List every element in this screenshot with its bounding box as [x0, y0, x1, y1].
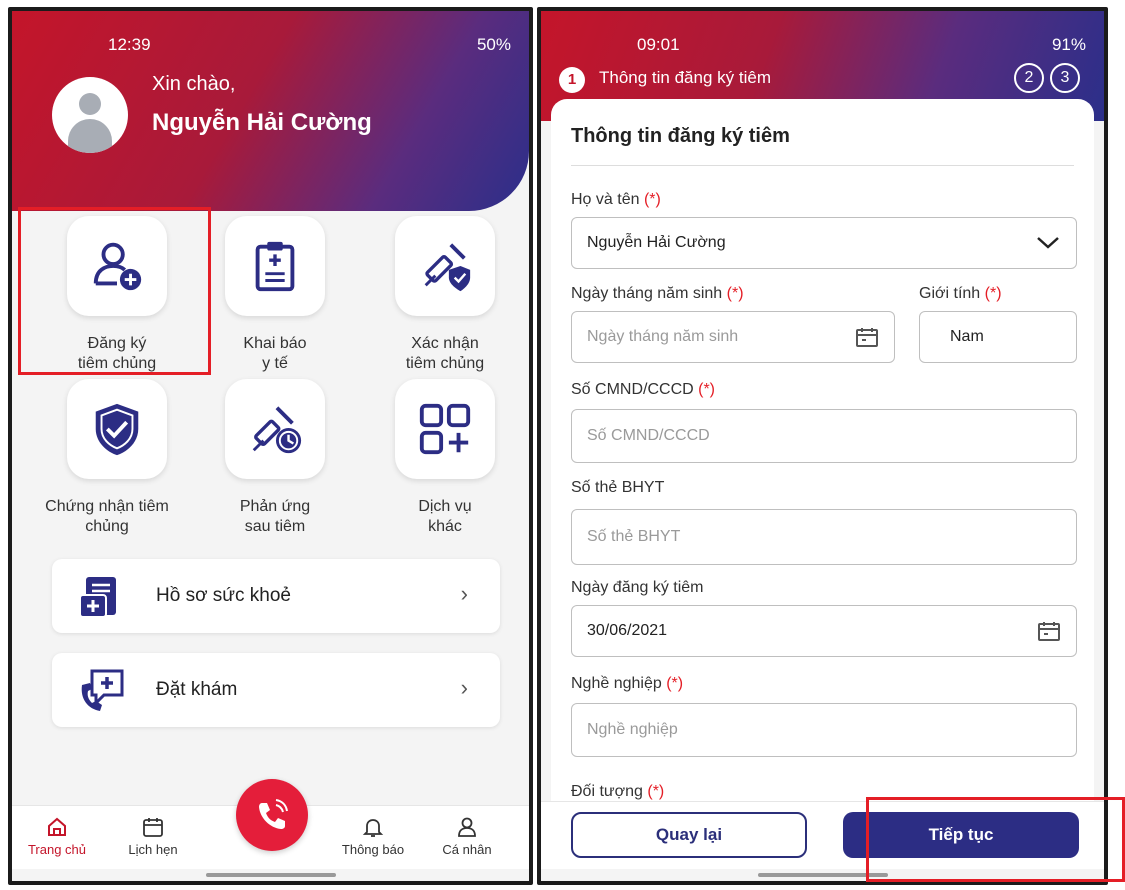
chevron-right-icon: › [460, 675, 468, 700]
status-time: 12:39 [108, 35, 151, 54]
menu-label: Đặt khám [156, 679, 238, 700]
vaccine-shield-icon [424, 243, 471, 292]
required-mark: (*) [666, 675, 684, 692]
dob-label: Ngày tháng năm sinh (*) [571, 285, 744, 302]
grid-item-vaccination-confirm[interactable]: Xác nhận tiêm chủng [360, 216, 529, 374]
nav-profile[interactable]: Cá nhân [422, 816, 512, 857]
phone-icon [259, 799, 288, 829]
grid-item-post-vaccination-reaction[interactable]: Phản ứng sau tiêm [190, 379, 360, 537]
grid-label-line2: khác [428, 518, 462, 535]
chevron-right-icon: › [460, 581, 468, 606]
step-title: Thông tin đăng ký tiêm [599, 68, 771, 87]
grid-label-line2: chủng [85, 518, 129, 535]
status-bar: 12:39 50% [12, 35, 529, 55]
highlight-box [866, 797, 1125, 882]
nav-label: Lịch hẹn [128, 842, 178, 857]
required-mark: (*) [726, 285, 744, 302]
job-input[interactable]: Nghề nghiệp [571, 703, 1077, 757]
bell-icon [362, 819, 384, 837]
grid-label-line1: Phản ứng [239, 498, 311, 515]
nav-label: Thông báo [341, 842, 405, 857]
grid-label-line2: y tế [262, 355, 288, 372]
idcard-placeholder: Số CMND/CCCD [587, 427, 710, 444]
gender-field[interactable]: Nam [919, 311, 1077, 363]
step-indicator-current: 1 [559, 67, 585, 93]
shield-check-icon [95, 403, 139, 456]
required-mark: (*) [647, 783, 665, 800]
grid-label-line1: Chứng nhận tiêm [45, 498, 169, 515]
form-title: Thông tin đăng ký tiêm [571, 125, 790, 147]
regdate-value: 30/06/2021 [587, 622, 668, 639]
idcard-label: Số CMND/CCCD (*) [571, 381, 716, 398]
menu-health-record[interactable]: Hồ sơ sức khoẻ › [52, 559, 500, 633]
name-value: Nguyễn Hải Cường [587, 234, 726, 251]
avatar[interactable] [52, 77, 128, 153]
grid-label-line2: sau tiêm [244, 518, 306, 535]
calendar-icon [143, 818, 163, 837]
nav-appointments[interactable]: Lịch hẹn [108, 816, 198, 857]
grid-label-line1: Khai báo [243, 335, 307, 352]
nav-notifications[interactable]: Thông báo [328, 816, 418, 857]
insurance-placeholder: Số thẻ BHYT [587, 528, 681, 545]
health-record-icon [79, 577, 116, 618]
battery-level: 50% [476, 35, 511, 54]
calendar-icon[interactable] [856, 327, 878, 347]
greeting: Xin chào, [152, 73, 236, 95]
idcard-input[interactable]: Số CMND/CCCD [571, 409, 1077, 463]
required-mark: (*) [698, 381, 716, 398]
regdate-label: Ngày đăng ký tiêm [571, 579, 704, 596]
grid-label-line1: Xác nhận [411, 335, 479, 352]
booking-icon [81, 669, 124, 711]
divider [571, 165, 1074, 166]
gender-label: Giới tính (*) [919, 285, 1002, 302]
calendar-icon[interactable] [1038, 621, 1060, 641]
grid-item-other-services[interactable]: Dịch vụ khác [360, 379, 529, 537]
grid-item-health-declaration[interactable]: Khai báo y tế [190, 216, 360, 374]
registration-form: Thông tin đăng ký tiêm Họ và tên (*) Ngu… [551, 99, 1094, 849]
menu-booking[interactable]: Đặt khám › [52, 653, 500, 727]
nav-label: Trang chủ [27, 842, 87, 857]
insurance-input[interactable]: Số thẻ BHYT [571, 509, 1077, 565]
job-label: Nghề nghiệp (*) [571, 675, 684, 692]
home-icon [48, 817, 66, 836]
step-indicator-2[interactable]: 2 [1014, 63, 1044, 93]
regdate-field[interactable]: 30/06/2021 [571, 605, 1077, 657]
grid-label-line1: Dịch vụ [418, 498, 472, 515]
clipboard-icon [255, 241, 295, 292]
registration-screen: 09:01 91% 1 Thông tin đăng ký tiêm 2 3 T… [537, 7, 1108, 885]
name-select[interactable]: Nguyễn Hải Cường [571, 217, 1077, 269]
gender-value: Nam [950, 328, 984, 345]
vaccine-clock-icon [252, 406, 302, 454]
back-button[interactable]: Quay lại [571, 812, 807, 858]
dob-field[interactable]: Ngày tháng năm sinh [571, 311, 895, 363]
required-mark: (*) [984, 285, 1002, 302]
grid-item-vaccination-certificate[interactable]: Chứng nhận tiêm chủng [32, 379, 202, 537]
status-time: 09:01 [637, 35, 680, 54]
nav-label: Cá nhân [442, 842, 492, 857]
battery-level: 91% [1051, 35, 1086, 54]
home-screen: 12:39 50% Xin chào, Nguyễn Hải Cường Đăn… [8, 7, 533, 885]
grid-label-line2: tiêm chủng [405, 355, 485, 372]
chevron-down-icon [1037, 237, 1059, 249]
hotline-call-button[interactable] [236, 779, 308, 851]
nav-home[interactable]: Trang chủ [12, 816, 102, 857]
user-name: Nguyễn Hải Cường [152, 109, 372, 136]
highlight-box [18, 207, 211, 375]
insurance-label: Số thẻ BHYT [571, 479, 665, 496]
target-label: Đối tượng (*) [571, 783, 665, 800]
grid-plus-icon [419, 403, 471, 455]
required-mark: (*) [643, 191, 661, 208]
job-placeholder: Nghề nghiệp [587, 721, 678, 738]
dob-placeholder: Ngày tháng năm sinh [587, 328, 739, 345]
name-label: Họ và tên (*) [571, 191, 661, 208]
home-indicator [205, 873, 336, 877]
person-icon [458, 817, 476, 837]
menu-label: Hồ sơ sức khoẻ [156, 585, 292, 606]
step-indicator-3[interactable]: 3 [1050, 63, 1080, 93]
